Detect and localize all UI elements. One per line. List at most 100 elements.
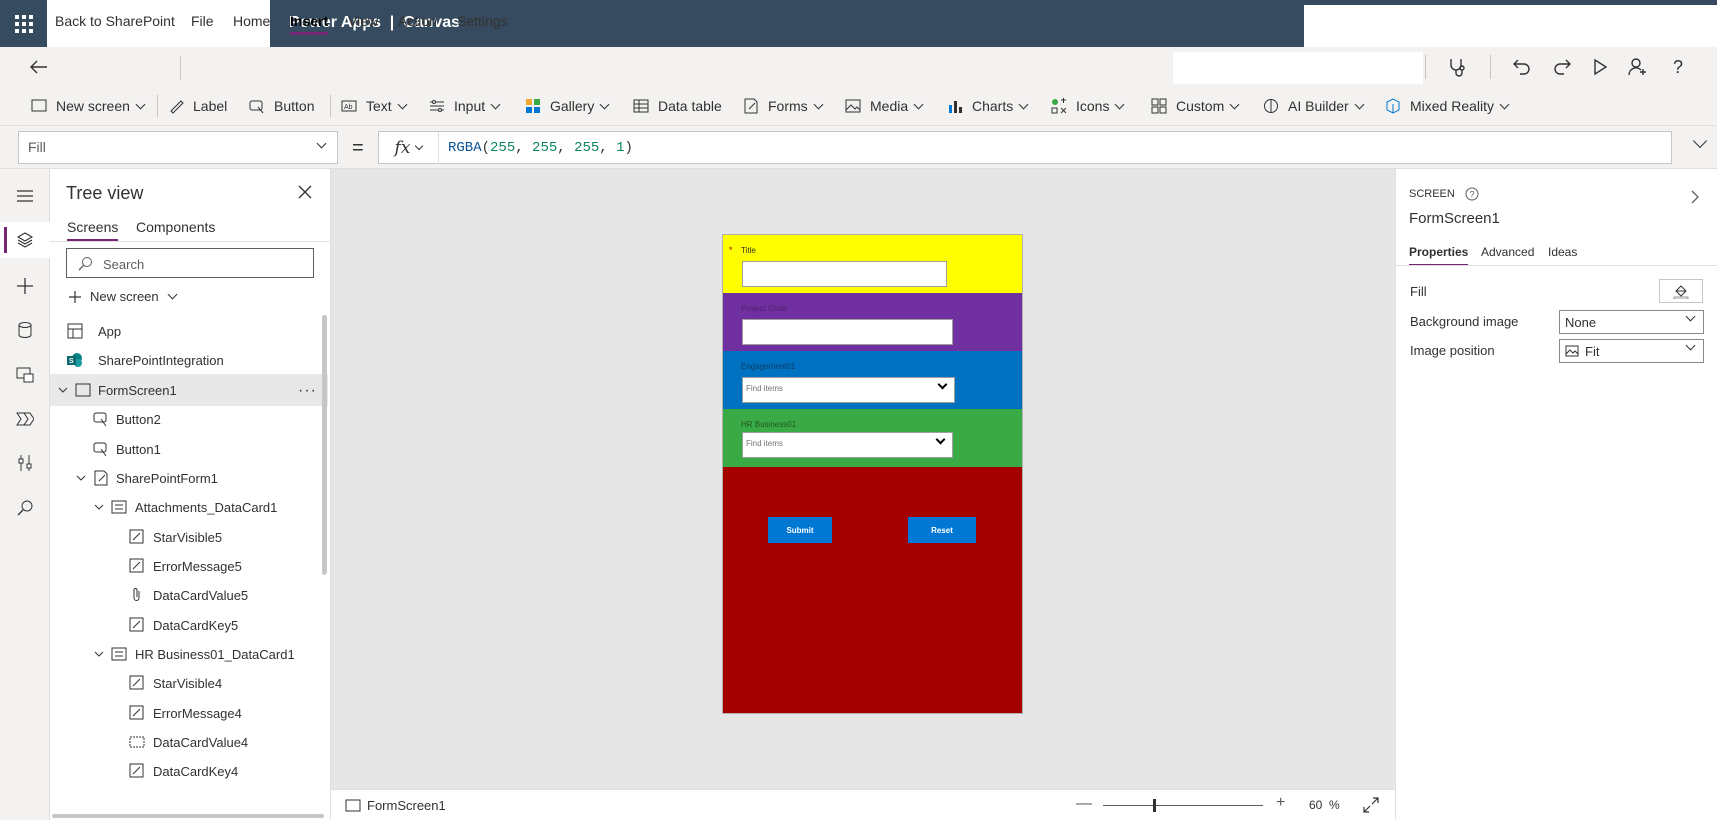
tab-screens[interactable]: Screens: [67, 219, 119, 241]
tree-view-icon[interactable]: [12, 227, 38, 253]
more-options-icon[interactable]: ···: [298, 382, 317, 400]
app-checker-icon[interactable]: [1446, 56, 1468, 78]
new-screen-button[interactable]: New screen: [30, 97, 146, 115]
tree-node-formscreen1[interactable]: FormScreen1 ···: [50, 374, 328, 406]
chevron-down-icon[interactable]: [76, 473, 86, 483]
forms-menu[interactable]: Forms: [742, 97, 824, 115]
hamburger-icon[interactable]: [12, 183, 38, 209]
icons-menu[interactable]: Icons: [1050, 97, 1125, 115]
hr-business-datacard[interactable]: HR Business01 Find items: [723, 409, 1022, 467]
back-arrow-icon[interactable]: [30, 60, 48, 74]
chevron-down-icon[interactable]: [94, 502, 104, 512]
formula-box[interactable]: fx RGBA(255, 255, 255, 1): [378, 131, 1672, 164]
formula-sep: ,: [557, 140, 575, 156]
fit-to-window-icon[interactable]: [1363, 797, 1379, 813]
tab-components[interactable]: Components: [136, 219, 215, 235]
close-icon[interactable]: [296, 183, 314, 201]
chevron-down-icon[interactable]: [94, 649, 104, 659]
ai-builder-menu[interactable]: AI Builder: [1262, 97, 1365, 115]
submit-button[interactable]: Submit: [768, 517, 832, 543]
tree-node-errormessage5[interactable]: ErrorMessage5: [50, 550, 328, 582]
zoom-in-button[interactable]: +: [1276, 794, 1285, 812]
app-launcher-icon[interactable]: [0, 0, 47, 47]
power-automate-icon[interactable]: [12, 406, 38, 432]
undo-icon[interactable]: [1511, 56, 1533, 78]
property-dropdown[interactable]: Fill: [18, 131, 338, 164]
title-input[interactable]: [742, 261, 947, 287]
fx-button[interactable]: fx: [379, 132, 439, 163]
menu-settings[interactable]: Settings: [457, 13, 508, 29]
redo-icon[interactable]: [1551, 56, 1573, 78]
tree-node-hr-business01-datacard1[interactable]: HR Business01_DataCard1: [50, 638, 328, 670]
fill-color-picker[interactable]: [1659, 279, 1703, 303]
tree-new-screen-button[interactable]: New screen: [68, 289, 178, 304]
chevron-right-icon[interactable]: [1689, 189, 1701, 205]
share-user-icon[interactable]: [1627, 56, 1649, 78]
media-menu[interactable]: Media: [844, 97, 924, 115]
tree-node-app[interactable]: App: [50, 315, 328, 347]
project-code-input[interactable]: [742, 319, 953, 345]
info-icon[interactable]: ?: [1465, 187, 1479, 201]
title-datacard[interactable]: * Title: [723, 235, 1022, 293]
gallery-menu[interactable]: Gallery: [524, 97, 610, 115]
tab-advanced[interactable]: Advanced: [1481, 245, 1534, 259]
tree-node-datacardvalue5[interactable]: DataCardValue5: [50, 579, 328, 611]
menu-action[interactable]: Action: [398, 13, 437, 29]
tree-node-errormessage4[interactable]: ErrorMessage4: [50, 697, 328, 729]
media-icon[interactable]: [12, 362, 38, 388]
hr-business-combobox[interactable]: Find items: [742, 432, 953, 458]
insert-icon[interactable]: [12, 273, 38, 299]
tree-node-label: Attachments_DataCard1: [135, 499, 278, 515]
background-image-dropdown[interactable]: None: [1559, 310, 1704, 334]
menu-file[interactable]: File: [191, 13, 214, 29]
reset-button[interactable]: Reset: [908, 517, 976, 543]
tree-node-starvisible4[interactable]: StarVisible4: [50, 667, 328, 699]
chevron-down-icon[interactable]: [58, 385, 68, 395]
data-icon[interactable]: [12, 317, 38, 343]
zoom-slider-thumb[interactable]: [1153, 799, 1156, 812]
project-code-label: Project Code: [741, 304, 788, 313]
tree-node-button1[interactable]: Button1: [50, 433, 328, 465]
fill-label: Fill: [1410, 284, 1427, 299]
help-icon[interactable]: ?: [1667, 56, 1689, 78]
tree-horizontal-scrollbar[interactable]: [52, 814, 324, 818]
current-screen-indicator[interactable]: FormScreen1: [345, 798, 446, 813]
mixed-reality-menu[interactable]: Mixed Reality: [1384, 97, 1510, 115]
search-icon[interactable]: [12, 495, 38, 521]
engagement-combobox[interactable]: Find items: [742, 377, 955, 403]
tab-ideas[interactable]: Ideas: [1548, 245, 1577, 259]
charts-menu[interactable]: Charts: [946, 97, 1029, 115]
label-button[interactable]: Label: [167, 97, 227, 115]
menu-home[interactable]: Home: [233, 13, 270, 29]
tree-node-datacardkey5[interactable]: DataCardKey5: [50, 609, 328, 641]
input-menu[interactable]: Input: [428, 97, 501, 115]
project-code-datacard[interactable]: Project Code: [723, 293, 1022, 351]
image-position-dropdown[interactable]: Fit: [1559, 339, 1704, 363]
advanced-tools-icon[interactable]: [12, 450, 38, 476]
play-icon[interactable]: [1589, 56, 1611, 78]
tree-node-datacardkey4[interactable]: DataCardKey4: [50, 755, 328, 787]
zoom-out-button[interactable]: —: [1076, 795, 1092, 813]
form-screen-preview[interactable]: * Title Project Code Engagement01 Find i…: [722, 234, 1023, 714]
tree-search-input[interactable]: Search: [66, 248, 314, 278]
back-to-sharepoint-link[interactable]: Back to SharePoint: [55, 13, 175, 29]
text-menu[interactable]: Ab Text: [340, 97, 408, 115]
tree-scrollbar[interactable]: [322, 315, 327, 575]
tree-node-starvisible5[interactable]: StarVisible5: [50, 521, 328, 553]
data-table-button[interactable]: Data table: [632, 97, 722, 115]
properties-control-name[interactable]: FormScreen1: [1409, 210, 1500, 227]
tree-node-datacardvalue4[interactable]: DataCardValue4: [50, 726, 328, 758]
menu-insert[interactable]: Insert: [290, 13, 329, 35]
engagement-datacard[interactable]: Engagement01 Find items: [723, 351, 1022, 409]
formula-input[interactable]: RGBA(255, 255, 255, 1): [448, 140, 633, 156]
header-search-area[interactable]: [1173, 52, 1423, 84]
tree-node-button2[interactable]: Button2: [50, 403, 328, 435]
button-button[interactable]: Button: [248, 97, 314, 115]
tree-node-sharepointintegration[interactable]: S SharePointIntegration: [50, 344, 328, 376]
tree-node-attachments-datacard1[interactable]: Attachments_DataCard1: [50, 491, 328, 523]
custom-menu[interactable]: Custom: [1150, 97, 1240, 115]
tab-properties[interactable]: Properties: [1409, 245, 1469, 266]
tree-node-sharepointform1[interactable]: SharePointForm1: [50, 462, 328, 494]
menu-view[interactable]: View: [348, 13, 378, 29]
zoom-slider-track[interactable]: [1103, 805, 1263, 806]
